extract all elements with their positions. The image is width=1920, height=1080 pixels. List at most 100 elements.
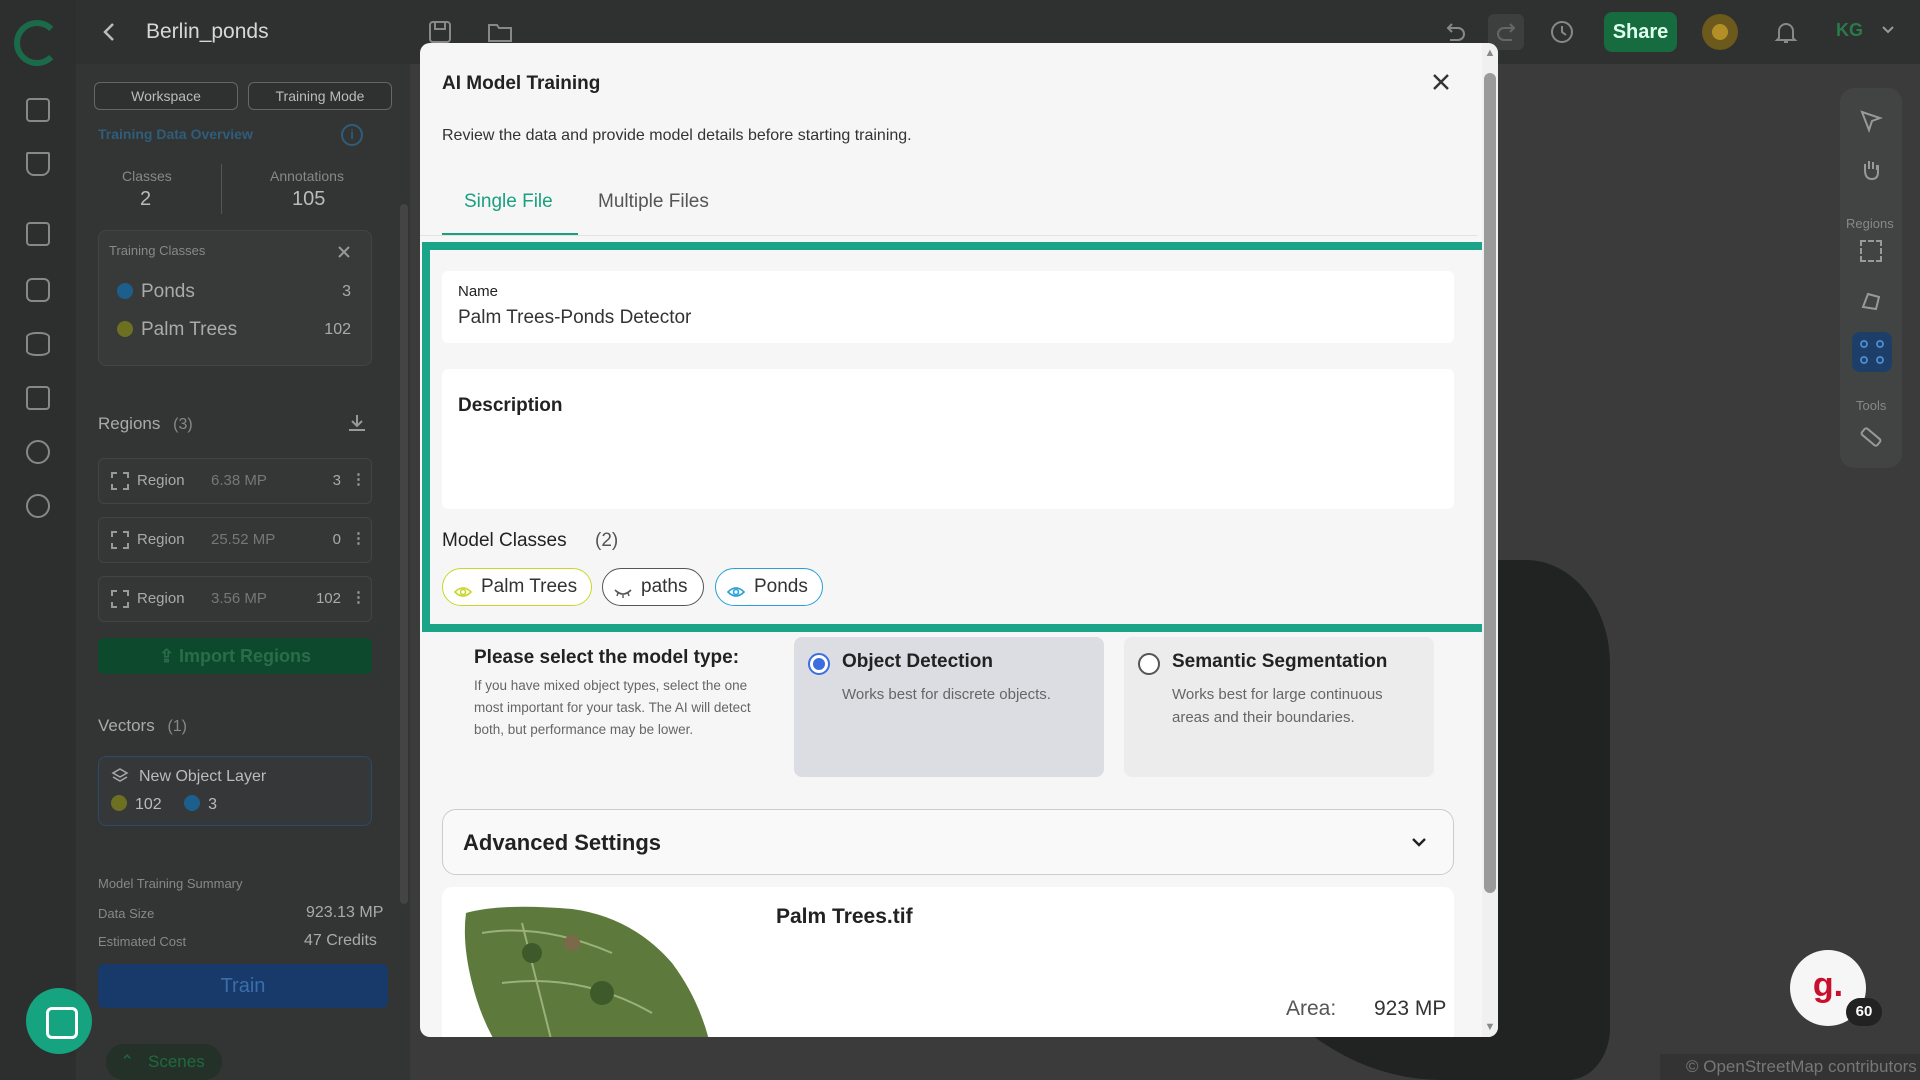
tab-multiple-files[interactable]: Multiple Files bbox=[598, 191, 709, 213]
hand-pan-icon[interactable] bbox=[1858, 156, 1884, 182]
region-label: Region bbox=[137, 590, 185, 607]
panel-scrollbar[interactable] bbox=[400, 204, 408, 904]
region-size: 25.52 MP bbox=[211, 531, 276, 548]
undo-icon[interactable] bbox=[1440, 18, 1468, 46]
vectors-title: Vectors (1) bbox=[98, 716, 187, 736]
g-notification-count: 60 bbox=[1846, 998, 1882, 1026]
regions-title-text: Regions bbox=[98, 414, 161, 433]
folder-upload-icon[interactable] bbox=[26, 222, 50, 246]
map-attribution[interactable]: © OpenStreetMap contributors bbox=[1660, 1054, 1920, 1080]
cost-label: Estimated Cost bbox=[98, 934, 187, 949]
highlight-frame bbox=[422, 242, 1497, 632]
import-regions-button[interactable]: ⇪ Import Regions bbox=[98, 638, 372, 674]
region-icon bbox=[111, 472, 129, 490]
theme-toggle-icon[interactable] bbox=[1702, 14, 1738, 50]
project-title: Berlin_ponds bbox=[146, 20, 269, 43]
select-cursor-icon[interactable] bbox=[1858, 108, 1884, 134]
more-icon[interactable]: ⋮ bbox=[351, 470, 366, 488]
more-icon[interactable]: ⋮ bbox=[351, 529, 366, 547]
download-icon[interactable] bbox=[346, 412, 368, 434]
dashboard-icon[interactable] bbox=[26, 98, 50, 122]
region-label: Region bbox=[137, 531, 185, 548]
info-icon[interactable]: i bbox=[341, 124, 363, 146]
cost-value: 47 Credits bbox=[304, 932, 377, 949]
bell-icon[interactable] bbox=[1772, 18, 1800, 46]
class-row: Ponds 3 bbox=[117, 281, 361, 303]
radio-selected[interactable] bbox=[808, 653, 830, 675]
region-row[interactable]: Region 25.52 MP 0 ⋮ bbox=[98, 517, 372, 563]
layer-count: 3 bbox=[208, 796, 218, 813]
region-size: 6.38 MP bbox=[211, 472, 267, 489]
back-arrow-icon[interactable] bbox=[98, 20, 122, 44]
cart-icon[interactable] bbox=[26, 152, 50, 176]
folder-icon[interactable] bbox=[486, 18, 514, 46]
modal-scroll-thumb[interactable] bbox=[1484, 73, 1496, 893]
user-avatar[interactable]: KG bbox=[1836, 20, 1863, 41]
active-tab-indicator bbox=[442, 233, 578, 235]
layers-icon bbox=[111, 767, 129, 785]
radio-unselected[interactable] bbox=[1138, 653, 1160, 675]
share-button[interactable]: Share bbox=[1604, 12, 1677, 52]
polygon-icon[interactable] bbox=[1860, 290, 1882, 312]
regions-count: (3) bbox=[173, 416, 193, 433]
tab-single-file[interactable]: Single File bbox=[464, 191, 553, 213]
class-color-dot bbox=[117, 321, 133, 337]
scenes-label: Scenes bbox=[148, 1052, 205, 1071]
region-row[interactable]: Region 6.38 MP 3 ⋮ bbox=[98, 458, 372, 504]
chevron-down-icon[interactable] bbox=[1409, 832, 1429, 852]
workspace-button[interactable]: Workspace bbox=[94, 82, 238, 110]
training-mode-button[interactable]: Training Mode bbox=[248, 82, 392, 110]
robot-icon[interactable] bbox=[26, 278, 50, 302]
save-icon[interactable] bbox=[426, 18, 454, 46]
option-semantic-segmentation[interactable]: Semantic Segmentation Works best for lar… bbox=[1124, 637, 1434, 777]
database-icon[interactable] bbox=[26, 332, 50, 356]
scroll-up-icon[interactable]: ▲ bbox=[1484, 47, 1496, 59]
upload-icon: ⇪ bbox=[158, 646, 180, 666]
option-object-detection[interactable]: Object Detection Works best for discrete… bbox=[794, 637, 1104, 777]
model-type-note: If you have mixed object types, select t… bbox=[474, 678, 751, 737]
layer-name: New Object Layer bbox=[139, 768, 267, 785]
training-classes-title: Training Classes bbox=[109, 243, 206, 258]
data-size-value: 923.13 MP bbox=[306, 904, 384, 921]
chevron-down-icon[interactable] bbox=[1880, 22, 1896, 41]
class-count: 3 bbox=[342, 283, 351, 300]
advanced-settings-accordion[interactable]: Advanced Settings bbox=[442, 809, 1454, 875]
chat-support-icon[interactable] bbox=[26, 988, 92, 1054]
map-toolbox: Regions Tools bbox=[1840, 88, 1902, 468]
region-auto-tool-icon[interactable] bbox=[1852, 332, 1892, 372]
import-regions-label: Import Regions bbox=[179, 646, 312, 666]
close-icon[interactable] bbox=[335, 243, 353, 261]
modal-description: Review the data and provide model detail… bbox=[442, 127, 912, 144]
history-icon[interactable] bbox=[1548, 18, 1576, 46]
model-type-title: Please select the model type: bbox=[474, 647, 740, 668]
globe-grid-icon[interactable] bbox=[26, 440, 50, 464]
map-icon[interactable] bbox=[26, 386, 50, 410]
globe-icon[interactable] bbox=[26, 494, 50, 518]
data-size-label: Data Size bbox=[98, 906, 155, 921]
region-row[interactable]: Region 3.56 MP 102 ⋮ bbox=[98, 576, 372, 622]
train-button[interactable]: Train bbox=[98, 964, 388, 1008]
class-color-dot bbox=[184, 795, 201, 811]
region-rect-icon[interactable] bbox=[1860, 240, 1882, 262]
classes-value: 2 bbox=[140, 188, 152, 210]
region-icon bbox=[111, 531, 129, 549]
advanced-settings-label: Advanced Settings bbox=[463, 830, 662, 855]
scenes-button[interactable]: ⌃ Scenes bbox=[106, 1044, 222, 1080]
option-desc: Works best for large continuous areas an… bbox=[1172, 686, 1383, 726]
overview-title: Training Data Overview bbox=[98, 126, 253, 142]
close-icon[interactable] bbox=[1424, 65, 1458, 99]
more-icon[interactable]: ⋮ bbox=[351, 588, 366, 606]
class-color-dot bbox=[111, 795, 127, 811]
scroll-down-icon[interactable]: ▼ bbox=[1484, 1021, 1496, 1033]
training-panel: Workspace Training Mode Training Data Ov… bbox=[76, 64, 410, 1080]
class-count: 102 bbox=[324, 321, 351, 338]
option-title: Object Detection bbox=[842, 651, 993, 672]
left-rail bbox=[0, 0, 76, 1080]
vectors-title-text: Vectors bbox=[98, 716, 155, 735]
region-count: 0 bbox=[332, 531, 341, 548]
area-value: 923 MP bbox=[1374, 997, 1447, 1020]
class-name: Palm Trees bbox=[141, 319, 238, 340]
ruler-icon[interactable] bbox=[1859, 426, 1883, 448]
app-logo-icon[interactable] bbox=[14, 20, 60, 66]
layer-card[interactable]: New Object Layer 102 3 bbox=[98, 756, 372, 826]
